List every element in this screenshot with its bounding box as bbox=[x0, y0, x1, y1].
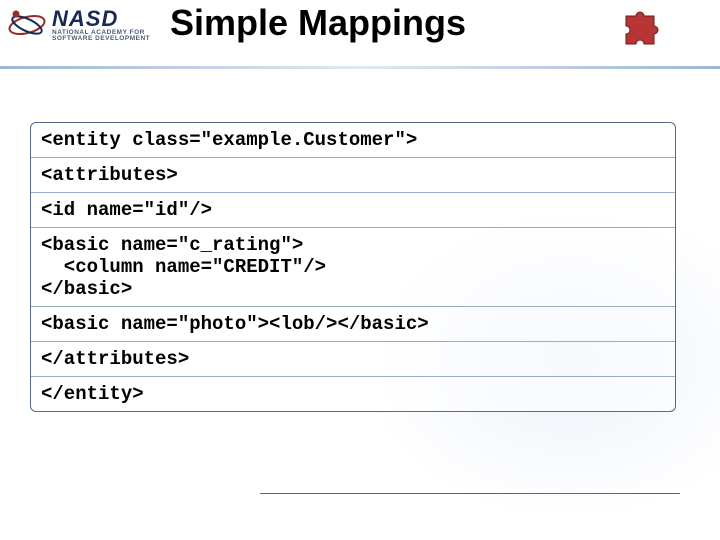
logo-text: NASD NATIONAL ACADEMY FOR SOFTWARE DEVEL… bbox=[52, 8, 150, 43]
footer-divider bbox=[260, 493, 680, 494]
code-line: </attributes> bbox=[31, 342, 675, 377]
code-line: <basic name="photo"><lob/></basic> bbox=[31, 307, 675, 342]
code-line: <basic name="c_rating"> <column name="CR… bbox=[31, 228, 675, 307]
logo: NASD NATIONAL ACADEMY FOR SOFTWARE DEVEL… bbox=[6, 4, 150, 46]
code-line: <entity class="example.Customer"> bbox=[31, 123, 675, 158]
logo-mark-icon bbox=[6, 4, 48, 46]
code-line: <attributes> bbox=[31, 158, 675, 193]
code-block: <entity class="example.Customer"> <attri… bbox=[30, 122, 676, 412]
slide-header: NASD NATIONAL ACADEMY FOR SOFTWARE DEVEL… bbox=[0, 0, 720, 69]
logo-subtitle: NATIONAL ACADEMY FOR SOFTWARE DEVELOPMEN… bbox=[52, 30, 150, 43]
code-line: <id name="id"/> bbox=[31, 193, 675, 228]
code-line: </entity> bbox=[31, 377, 675, 411]
logo-name: NASD bbox=[52, 8, 150, 30]
puzzle-piece-icon bbox=[620, 6, 662, 48]
slide-title: Simple Mappings bbox=[170, 2, 466, 44]
